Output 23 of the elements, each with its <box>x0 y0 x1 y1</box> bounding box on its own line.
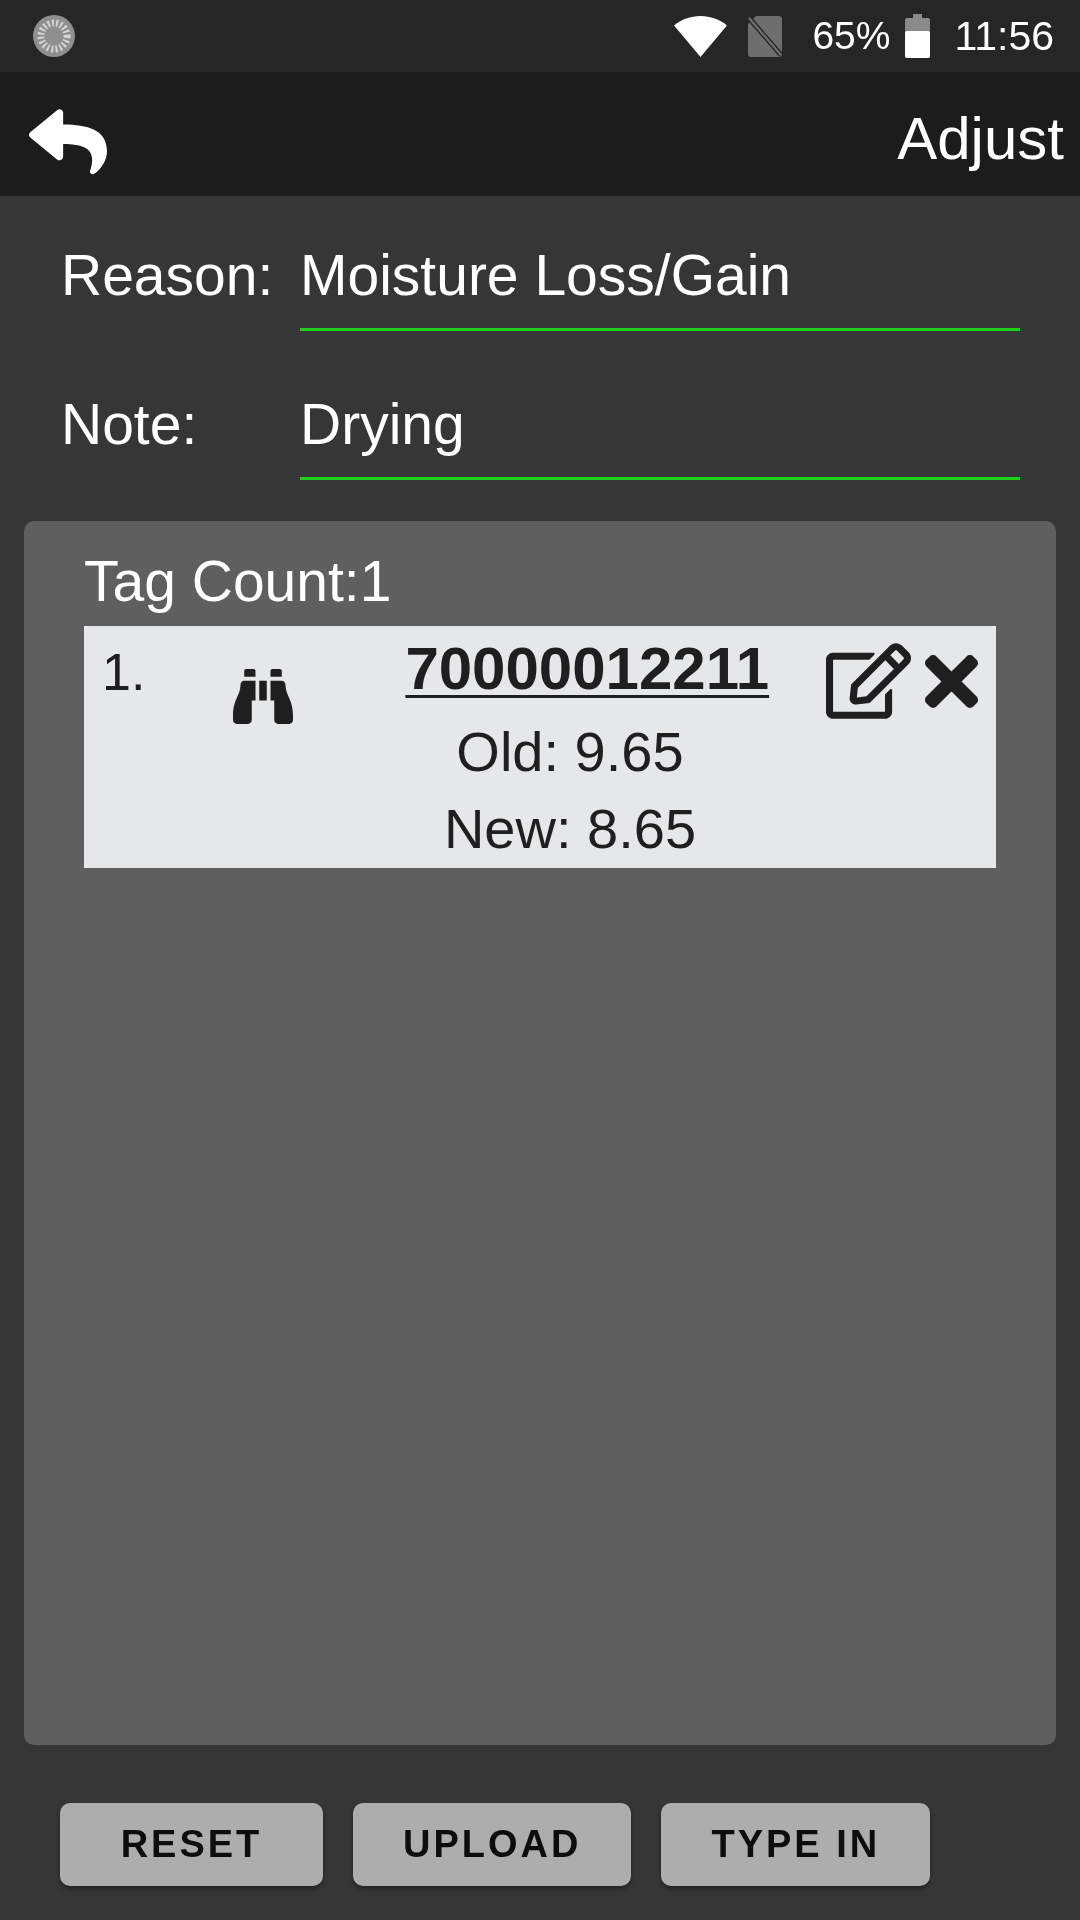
no-sim-icon <box>746 15 785 57</box>
battery-percent: 65% <box>812 14 891 58</box>
text-field[interactable]: Drying <box>300 391 1020 480</box>
text-field[interactable]: Moisture Loss/Gain <box>300 242 1020 331</box>
field-label: Note: <box>61 391 199 457</box>
tag-number-link[interactable]: 70000012211 <box>405 636 770 702</box>
wifi-icon <box>674 15 728 57</box>
new-value: New: 8.65 <box>443 801 697 857</box>
tag-index: 1. <box>102 642 146 702</box>
clock-time: 11:56 <box>954 13 1054 59</box>
action-button[interactable]: RESET <box>60 1803 323 1886</box>
close-icon[interactable] <box>925 655 979 708</box>
action-button[interactable]: UPLOAD <box>353 1803 632 1886</box>
action-button[interactable]: TYPE IN <box>661 1803 931 1886</box>
tag-count: Tag Count:1 <box>84 548 393 614</box>
field-label: Reason: <box>61 242 275 308</box>
battery-icon <box>905 14 931 58</box>
spinner-icon <box>32 14 76 58</box>
old-value: Old: 9.65 <box>456 724 684 780</box>
back-icon[interactable] <box>29 109 107 175</box>
screen-title: Adjust <box>897 106 1064 172</box>
binoculars-icon[interactable] <box>233 669 294 724</box>
edit-icon[interactable] <box>826 643 912 719</box>
